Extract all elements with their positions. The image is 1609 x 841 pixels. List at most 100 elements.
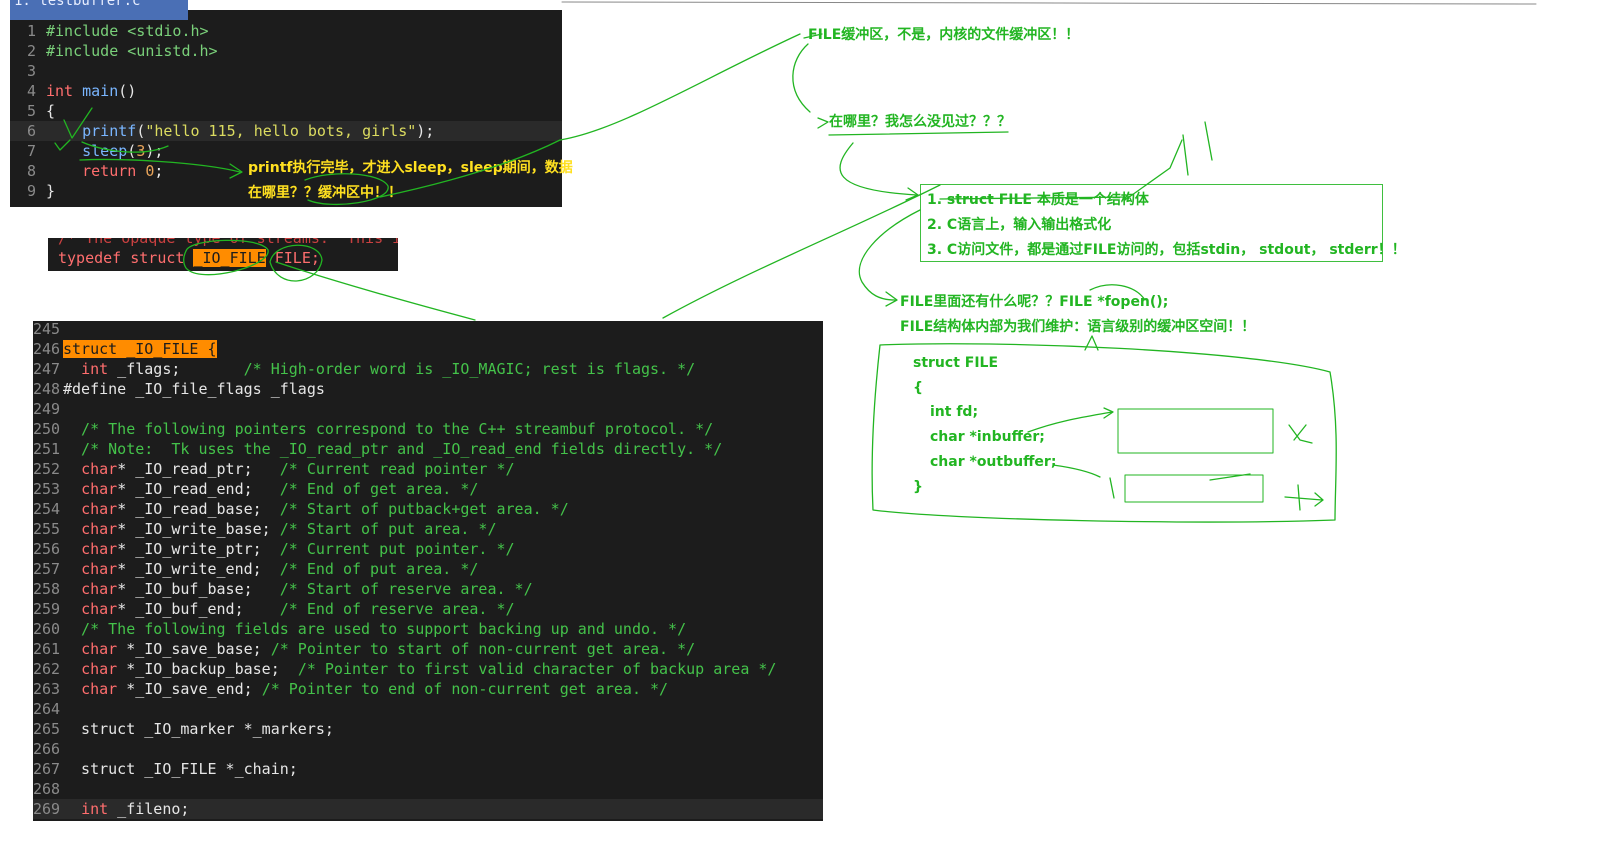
token-plain: ( [127, 142, 137, 160]
line-number: 256 [33, 540, 61, 558]
io-file-line-263: 263 char *_IO_save_end; /* Pointer to en… [33, 679, 823, 699]
line-code: char* _IO_buf_base; /* Start of reserve … [63, 579, 533, 599]
line-code: int main() [46, 81, 136, 101]
token-com: /* Start of putback+get area. */ [279, 500, 569, 518]
line-code: printf("hello 115, hello bots, girls"); [46, 121, 434, 141]
token-plain: struct _IO_marker *_markers; [63, 720, 334, 738]
testbuffer-line-5: 5{ [10, 101, 562, 121]
line-number: 247 [33, 360, 61, 378]
line-code: /* The following fields are used to supp… [63, 619, 686, 639]
annotation-buffer-answer: 在哪里？？缓冲区中！！ [248, 185, 402, 201]
token-plain: * _IO_write_ptr; [117, 540, 280, 558]
io-file-line-264: 264 [33, 699, 823, 719]
line-number: 8 [26, 162, 36, 180]
io-file-line-257: 257 char* _IO_write_end; /* End of put a… [33, 559, 823, 579]
line-number: 260 [33, 620, 61, 638]
token-num: 3 [136, 142, 146, 160]
token-com: /* Start of put area. */ [279, 520, 497, 538]
line-code: char* _IO_read_base; /* Start of putback… [63, 499, 569, 519]
token-kw: int [46, 82, 83, 100]
token-com: /* End of put area. */ [279, 560, 479, 578]
line-number: 267 [33, 760, 61, 778]
line-number: 258 [33, 580, 61, 598]
token-type: char [81, 500, 118, 518]
line-code: char* _IO_read_ptr; /* Current read poin… [63, 459, 515, 479]
ink-outbuffer-box [1124, 474, 1264, 503]
line-code: char* _IO_write_end; /* End of put area.… [63, 559, 478, 579]
ink-outbuffer-arrow [1052, 464, 1101, 478]
line-number: 265 [33, 720, 61, 738]
annotation-file-contents: FILE里面还有什么呢？？FILE *fopen(); [900, 294, 1169, 310]
token-type: char [81, 480, 118, 498]
line-number: 9 [26, 182, 36, 200]
token-type: char [81, 520, 118, 538]
line-code: int _flags; /* High-order word is _IO_MA… [63, 359, 695, 379]
line-code: char* _IO_write_base; /* Start of put ar… [63, 519, 497, 539]
line-number: 268 [33, 780, 61, 798]
token-com: /* Pointer to end of non-current get are… [261, 680, 669, 698]
ink-underline-a4 [828, 131, 1009, 136]
line-number: 5 [26, 102, 36, 120]
line-number: 264 [33, 700, 61, 718]
token-com: /* Pointer to start of non-current get a… [270, 640, 696, 658]
top-divider-line [561, 1, 1537, 5]
token-type: char [81, 580, 118, 598]
ink-arrowhead-a5 [885, 291, 898, 307]
line-code: sleep(3); [46, 141, 163, 161]
annotation-file-buffer: FILE缓冲区，不是，内核的文件缓冲区！！ [808, 27, 1080, 43]
io-file-line-261: 261 char *_IO_save_base; /* Pointer to s… [33, 639, 823, 659]
line-number: 249 [33, 400, 61, 418]
ink-scribble-marks [1182, 121, 1213, 176]
ink-connector-a4-box [839, 142, 918, 196]
struct-file-line-6: } [913, 479, 923, 495]
token-plain: } [46, 182, 56, 200]
line-code: char *_IO_save_end; /* Pointer to end of… [63, 679, 668, 699]
line-number: 266 [33, 740, 61, 758]
token-plain: ); [416, 122, 435, 140]
token-com: /* Current put pointer. */ [279, 540, 515, 558]
line-number: 254 [33, 500, 61, 518]
ink-arrowhead-a6 [1084, 335, 1099, 351]
file-note-2: 2. C语言上，输入输出格式化 [927, 217, 1112, 233]
line-code: struct _IO_FILE *_chain; [63, 759, 298, 779]
line-code: { [46, 101, 55, 121]
annotation-where-question: 在哪里？我怎么没见过？？？ [829, 114, 1011, 130]
token-plain: *_IO_save_end; [117, 680, 262, 698]
token-com: /* Current read pointer */ [279, 460, 515, 478]
token-com: /* The following fields are used to supp… [63, 620, 687, 638]
typedef-comment: /* The opaque type of streams. This i [58, 238, 398, 247]
tab-testbuffer[interactable]: 1: testbuffer.c [10, 0, 188, 20]
line-number: 255 [33, 520, 61, 538]
testbuffer-line-6: 6 printf("hello 115, hello bots, girls")… [10, 121, 562, 141]
io-file-line-265: 265 struct _IO_marker *_markers; [33, 719, 823, 739]
line-number: 4 [26, 82, 36, 100]
token-com: /* End of reserve area. */ [279, 600, 515, 618]
token-fn: main [82, 82, 119, 100]
token-plain: * _IO_read_ptr; [117, 460, 280, 478]
line-code: #include <stdio.h> [46, 21, 209, 41]
line-code: #define _IO_file_flags _flags [63, 379, 325, 399]
line-code: } [46, 181, 55, 201]
token-type: int [81, 360, 109, 378]
ink-connector-editor-box [662, 184, 941, 319]
line-number: 248 [33, 380, 61, 398]
ink-outbuffer-mark [1109, 477, 1115, 499]
io-file-line-267: 267 struct _IO_FILE *_chain; [33, 759, 823, 779]
tab-label: 1: testbuffer.c [14, 0, 141, 9]
token-com: /* High-order word is _IO_MAGIC; rest is… [243, 360, 696, 378]
token-plain: struct _IO_FILE *_chain; [63, 760, 298, 778]
line-number: 263 [33, 680, 61, 698]
token-type: char [81, 560, 118, 578]
token-plain: _flags; [108, 360, 244, 378]
token-kw: return [82, 162, 146, 180]
line-code: return 0; [46, 161, 163, 181]
line-number: 245 [33, 321, 61, 338]
line-number: 251 [33, 440, 61, 458]
